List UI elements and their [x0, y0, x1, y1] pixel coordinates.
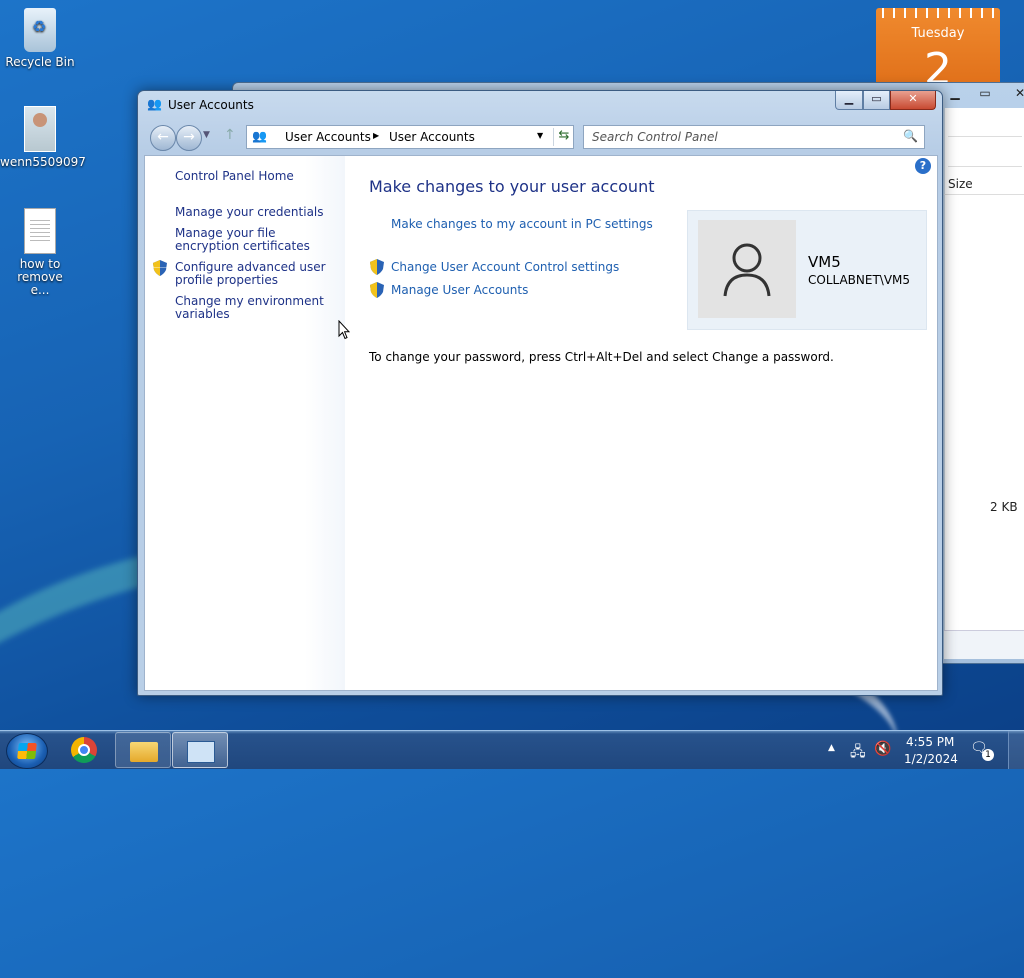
address-dropdown-icon[interactable]: ▼	[537, 131, 543, 140]
notification-count-badge: 1	[982, 749, 994, 761]
desktop-icon-label: how to remove e...	[17, 257, 63, 297]
breadcrumb-separator-icon[interactable]: ▶	[373, 131, 379, 140]
taskbar-control-panel[interactable]	[172, 732, 228, 768]
breadcrumb-user-accounts[interactable]: User Accounts	[285, 130, 371, 144]
shield-icon	[153, 260, 167, 276]
sidebar-item-advanced-profile[interactable]: Configure advanced user profile properti…	[175, 261, 335, 287]
calendar-day: Tuesday	[911, 26, 965, 41]
user-account-card: VM5 COLLABNET\VM5	[687, 210, 927, 330]
sidebar-item-environment-variables[interactable]: Change my environment variables	[175, 295, 335, 321]
refresh-icon[interactable]: ⇆	[553, 128, 574, 146]
control-panel-icon	[187, 741, 215, 763]
sidebar-item-control-panel-home[interactable]: Control Panel Home	[175, 170, 335, 183]
volume-muted-icon[interactable]: 🔇	[874, 741, 891, 757]
start-button[interactable]	[6, 733, 48, 769]
folder-icon	[130, 742, 158, 762]
recycle-bin-icon	[24, 8, 56, 52]
minimize-button[interactable]: ▁	[835, 91, 863, 110]
page-title: Make changes to your user account	[369, 177, 655, 196]
show-desktop-button[interactable]	[1008, 731, 1024, 769]
show-hidden-icons-icon[interactable]: ▲	[828, 743, 835, 753]
user-avatar-icon	[723, 243, 771, 297]
user-accounts-window[interactable]: 👥 User Accounts ▁ ▭ ✕ ← → ▼ ↑ 👥 User Acc…	[137, 90, 943, 696]
password-info-text: To change your password, press Ctrl+Alt+…	[369, 350, 834, 364]
uac-settings-link[interactable]: Change User Account Control settings	[391, 260, 619, 274]
shield-icon	[370, 282, 384, 298]
user-accounts-icon: 👥	[252, 129, 267, 143]
file-size-value: 2 KB	[990, 500, 1018, 514]
calendar-date: 2	[924, 44, 952, 87]
network-icon[interactable]: 🖧	[850, 741, 866, 765]
background-address-bar[interactable]	[948, 112, 1022, 137]
maximize-button[interactable]: ▭	[863, 91, 890, 110]
window-controls: ▁ ▭ ✕	[835, 91, 936, 110]
shield-icon	[370, 259, 384, 275]
window-title: User Accounts	[168, 98, 254, 112]
pc-settings-link[interactable]: Make changes to my account in PC setting…	[391, 217, 653, 231]
image-file-icon	[24, 106, 56, 152]
up-arrow-icon[interactable]: ↑	[224, 127, 236, 143]
user-domain: COLLABNET\VM5	[808, 273, 911, 287]
sidebar: Control Panel Home Manage your credentia…	[145, 156, 345, 690]
calendar-rings	[876, 8, 1000, 18]
close-icon[interactable]: ✕	[1000, 84, 1024, 102]
navigation-bar: ← → ▼ ↑ 👥 User Accounts ▶ User Accounts …	[146, 124, 936, 151]
background-status-bar	[944, 630, 1024, 659]
desktop-icon-label: wenn5509097	[0, 155, 86, 169]
desktop-icon-label: Recycle Bin	[5, 55, 75, 69]
user-name: VM5	[808, 253, 841, 271]
avatar	[698, 220, 796, 318]
chrome-icon	[71, 737, 97, 763]
search-icon[interactable]: 🔍	[903, 129, 918, 143]
manage-user-accounts-link[interactable]: Manage User Accounts	[391, 283, 528, 297]
desktop-icon-image[interactable]: wenn5509097	[0, 106, 86, 169]
desktop-icon-document[interactable]: how to remove e...	[0, 208, 80, 297]
minimize-icon[interactable]: ▁	[940, 84, 970, 102]
sidebar-item-file-encryption[interactable]: Manage your file encryption certificates	[175, 227, 335, 253]
clock-time[interactable]: 4:55 PM	[906, 735, 954, 749]
clock-date[interactable]: 1/2/2024	[904, 752, 958, 766]
search-placeholder: Search Control Panel	[592, 130, 718, 144]
background-search-box[interactable]	[948, 142, 1022, 167]
size-column-label[interactable]: Size	[948, 177, 973, 191]
taskbar-file-explorer[interactable]	[115, 732, 171, 768]
background-window-controls: ▁ ▭ ✕	[940, 84, 1024, 102]
calendar-gadget[interactable]: Tuesday 2	[876, 8, 1000, 86]
close-button[interactable]: ✕	[890, 91, 936, 110]
recent-pages-dropdown-icon[interactable]: ▼	[203, 130, 210, 140]
back-button[interactable]: ←	[150, 125, 176, 151]
help-icon[interactable]: ?	[915, 158, 931, 174]
content-area: ? Control Panel Home Manage your credent…	[144, 155, 938, 691]
address-bar[interactable]: 👥 User Accounts ▶ User Accounts ▼ ⇆	[246, 125, 574, 149]
taskbar-chrome[interactable]	[58, 732, 112, 766]
search-input[interactable]: Search Control Panel 🔍	[583, 125, 925, 149]
desktop-icon-recycle-bin[interactable]: Recycle Bin	[0, 8, 80, 69]
maximize-icon[interactable]: ▭	[970, 84, 1000, 102]
forward-button[interactable]: →	[176, 125, 202, 151]
user-accounts-icon: 👥	[147, 97, 162, 111]
taskbar: ▲ 🖧 🔇 4:55 PM 1/2/2024 🗨 1	[0, 730, 1024, 769]
sidebar-item-manage-credentials[interactable]: Manage your credentials	[175, 206, 335, 219]
text-document-icon	[24, 208, 56, 254]
mouse-cursor-icon	[338, 319, 351, 343]
breadcrumb-user-accounts-current[interactable]: User Accounts	[389, 130, 475, 144]
